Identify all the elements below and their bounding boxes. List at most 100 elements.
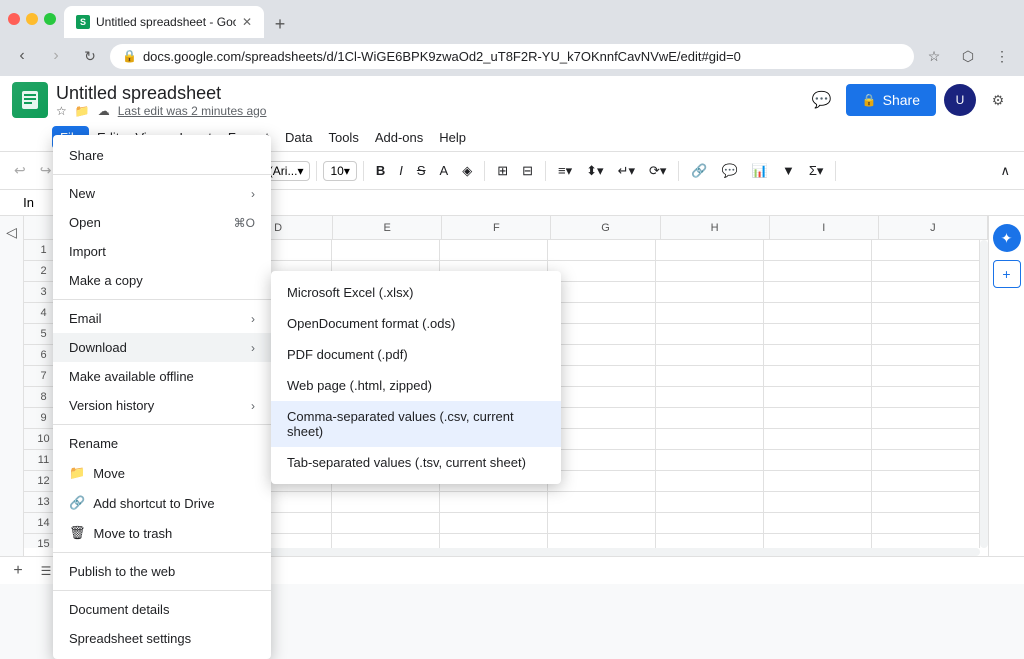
cell-g6[interactable] [548,345,656,366]
download-option-csv[interactable]: Comma-separated values (.csv, current sh… [271,401,561,447]
sidebar-collapse[interactable]: ◁ [0,216,24,556]
cell-h5[interactable] [656,324,764,345]
comment-button[interactable]: 💬 [806,84,838,116]
download-option-pdf[interactable]: PDF document (.pdf) [271,339,561,370]
cell-g5[interactable] [548,324,656,345]
cell-j6[interactable] [872,345,980,366]
file-menu-item-move[interactable]: 📁 Move [53,458,271,488]
cell-i7[interactable] [764,366,872,387]
add-sheet-button[interactable]: + [8,561,28,581]
star-icon[interactable]: ☆ [56,104,67,118]
col-header-j[interactable]: J [879,216,988,239]
file-menu-item-settings[interactable]: Spreadsheet settings [53,624,271,653]
browser-menu-icon[interactable]: ⋮ [988,42,1016,70]
file-menu-item-trash[interactable]: 🗑 Move to trash [53,518,271,548]
merge-button[interactable]: ⊟ [516,159,539,183]
doc-title[interactable]: Untitled spreadsheet [56,83,798,104]
file-menu-item-import[interactable]: Import [53,237,271,266]
col-header-f[interactable]: F [442,216,551,239]
file-menu-item-email[interactable]: Email › [53,304,271,333]
reload-button[interactable]: ↻ [76,42,104,70]
maximize-traffic-light[interactable] [44,13,56,25]
wrap-button[interactable]: ↵▾ [612,159,641,183]
cell-ref-box[interactable]: In [8,195,58,210]
valign-button[interactable]: ⬍▾ [580,159,609,183]
new-tab-button[interactable]: + [266,10,294,38]
cell-h3[interactable] [656,282,764,303]
col-header-h[interactable]: H [661,216,770,239]
share-button[interactable]: 🔒 Share [846,84,936,116]
file-menu-item-version[interactable]: Version history › [53,391,271,420]
file-menu-item-rename[interactable]: Rename [53,429,271,458]
menu-item-data[interactable]: Data [277,126,320,149]
align-button[interactable]: ≡▾ [552,159,578,183]
cell-e1[interactable] [332,240,440,261]
bookmark-icon[interactable]: ☆ [920,42,948,70]
file-menu-item-shortcut[interactable]: 🔗 Add shortcut to Drive [53,488,271,518]
download-option-xlsx[interactable]: Microsoft Excel (.xlsx) [271,277,561,308]
file-menu-item-download[interactable]: Download › [53,333,271,362]
cell-g1[interactable] [548,240,656,261]
cell-h4[interactable] [656,303,764,324]
cell-i6[interactable] [764,345,872,366]
back-button[interactable]: ‹ [8,42,36,70]
rotate-button[interactable]: ⟳▾ [643,159,672,183]
file-menu-item-publish[interactable]: Publish to the web [53,557,271,586]
tab-close-icon[interactable]: ✕ [242,15,252,29]
cell-f1[interactable] [440,240,548,261]
cell-j5[interactable] [872,324,980,345]
cell-i2[interactable] [764,261,872,282]
cell-h1[interactable] [656,240,764,261]
avatar[interactable]: U [944,84,976,116]
settings-icon[interactable]: ⚙ [984,86,1012,114]
file-menu-item-offline[interactable]: Make available offline [53,362,271,391]
url-bar[interactable]: 🔒 docs.google.com/spreadsheets/d/1Cl-WiG… [110,44,914,69]
sidebar-plus-icon[interactable]: + [993,260,1021,288]
chart-button[interactable]: 📊 [746,159,774,183]
cell-i4[interactable] [764,303,872,324]
menu-item-tools[interactable]: Tools [320,126,366,149]
file-menu-item-open[interactable]: Open ⌘O [53,208,271,237]
file-menu-item-doc-details[interactable]: Document details [53,595,271,624]
col-header-i[interactable]: I [770,216,879,239]
file-menu-item-copy[interactable]: Make a copy [53,266,271,295]
add-to-drive-icon[interactable]: 📁 [75,104,90,118]
last-edit-text[interactable]: Last edit was 2 minutes ago [118,104,267,118]
cell-j4[interactable] [872,303,980,324]
font-size-select[interactable]: 10▾ [323,161,356,181]
cell-h2[interactable] [656,261,764,282]
close-traffic-light[interactable] [8,13,20,25]
strikethrough-button[interactable]: S [411,159,432,182]
menu-item-help[interactable]: Help [431,126,474,149]
col-header-g[interactable]: G [551,216,660,239]
file-menu-item-share[interactable]: Share [53,141,271,170]
cell-g3[interactable] [548,282,656,303]
file-menu-item-new[interactable]: New › [53,179,271,208]
cell-h6[interactable] [656,345,764,366]
font-color-button[interactable]: A [434,159,455,182]
download-option-tsv[interactable]: Tab-separated values (.tsv, current shee… [271,447,561,478]
cell-g4[interactable] [548,303,656,324]
extensions-icon[interactable]: ⬡ [954,42,982,70]
undo-button[interactable]: ↩ [8,158,32,183]
cell-j7[interactable] [872,366,980,387]
cell-g7[interactable] [548,366,656,387]
download-option-html[interactable]: Web page (.html, zipped) [271,370,561,401]
link-button[interactable]: 🔗 [685,159,713,183]
collapse-toolbar-button[interactable]: ∧ [994,159,1016,183]
menu-item-addons[interactable]: Add-ons [367,126,431,149]
forward-button[interactable]: › [42,42,70,70]
cell-h7[interactable] [656,366,764,387]
active-tab[interactable]: S Untitled spreadsheet - Google ... ✕ [64,6,264,38]
cell-j2[interactable] [872,261,980,282]
sidebar-explore-icon[interactable]: ✦ [993,224,1021,252]
italic-button[interactable]: I [393,159,409,182]
bold-button[interactable]: B [370,159,391,182]
download-option-ods[interactable]: OpenDocument format (.ods) [271,308,561,339]
borders-button[interactable]: ⊞ [491,159,514,183]
col-header-e[interactable]: E [333,216,442,239]
cell-g2[interactable] [548,261,656,282]
scrollbar-vertical[interactable] [980,240,988,548]
minimize-traffic-light[interactable] [26,13,38,25]
cell-i5[interactable] [764,324,872,345]
